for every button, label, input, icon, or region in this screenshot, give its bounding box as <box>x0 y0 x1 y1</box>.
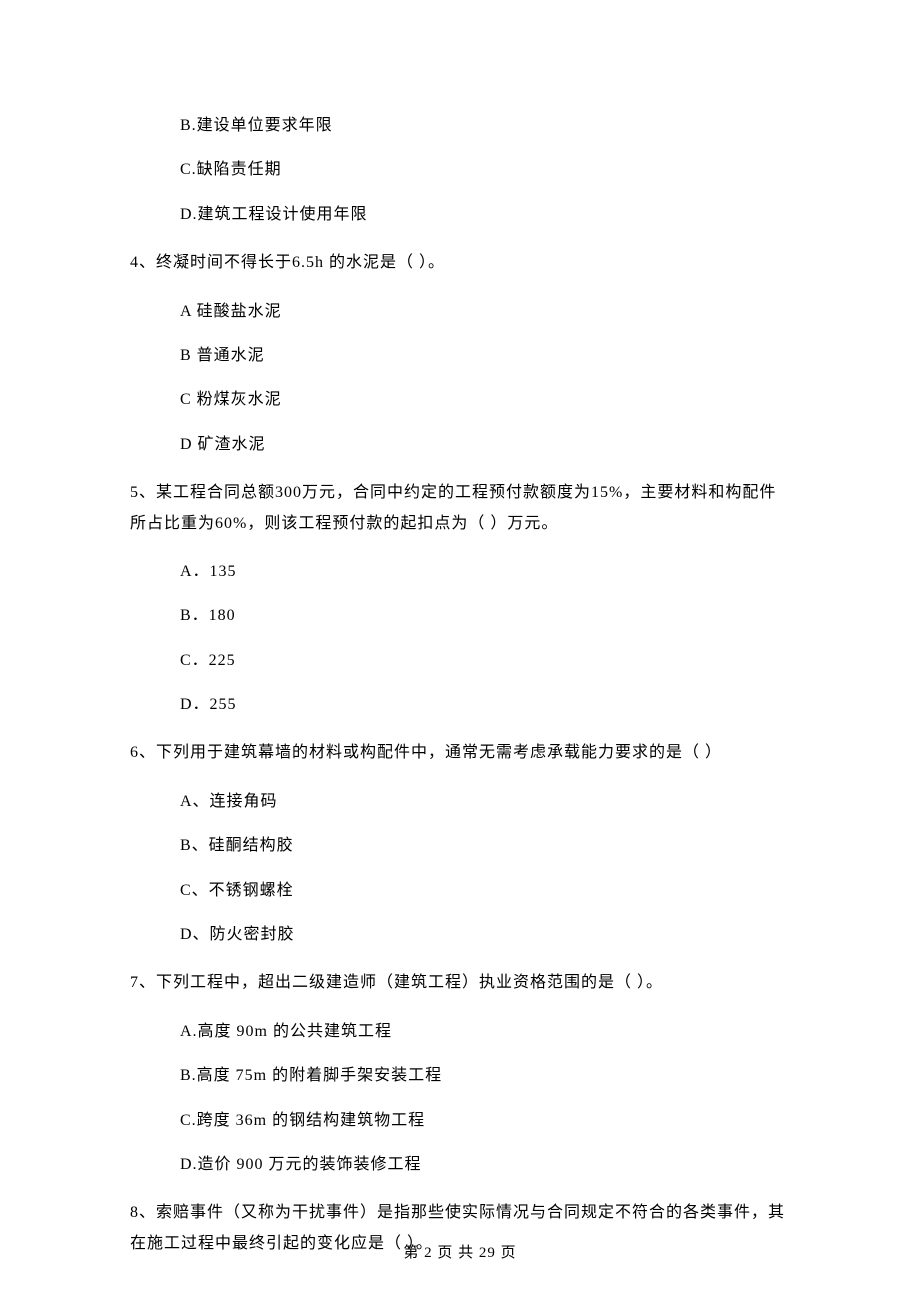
q4-option-d: D 矿渣水泥 <box>130 434 790 456</box>
q5-option-a: A．135 <box>130 561 790 583</box>
q3-option-b: B.建设单位要求年限 <box>130 115 790 137</box>
q7-option-c: C.跨度 36m 的钢结构建筑物工程 <box>130 1110 790 1132</box>
q7-option-a: A.高度 90m 的公共建筑工程 <box>130 1021 790 1043</box>
q6-stem: 6、下列用于建筑幕墙的材料或构配件中，通常无需考虑承载能力要求的是（ ） <box>130 738 790 768</box>
q4-stem: 4、终凝时间不得长于6.5h 的水泥是（ ）。 <box>130 248 790 278</box>
q6-option-b: B、硅酮结构胶 <box>130 835 790 857</box>
q3-option-d: D.建筑工程设计使用年限 <box>130 204 790 226</box>
q6-option-a: A、连接角码 <box>130 791 790 813</box>
q6-option-c: C、不锈钢螺栓 <box>130 880 790 902</box>
page-footer: 第 2 页 共 29 页 <box>0 1241 920 1262</box>
q5-stem: 5、某工程合同总额300万元，合同中约定的工程预付款额度为15%，主要材料和构配… <box>130 478 790 539</box>
q5-option-d: D．255 <box>130 694 790 716</box>
q7-option-d: D.造价 900 万元的装饰装修工程 <box>130 1154 790 1176</box>
q7-option-b: B.高度 75m 的附着脚手架安装工程 <box>130 1065 790 1087</box>
q4-option-c: C 粉煤灰水泥 <box>130 389 790 411</box>
q3-option-c: C.缺陷责任期 <box>130 159 790 181</box>
q5-option-c: C．225 <box>130 650 790 672</box>
q7-stem: 7、下列工程中，超出二级建造师（建筑工程）执业资格范围的是（ ）。 <box>130 968 790 998</box>
q4-option-b: B 普通水泥 <box>130 345 790 367</box>
q5-option-b: B．180 <box>130 605 790 627</box>
page-content: B.建设单位要求年限 C.缺陷责任期 D.建筑工程设计使用年限 4、终凝时间不得… <box>0 0 920 1259</box>
q6-option-d: D、防火密封胶 <box>130 924 790 946</box>
q4-option-a: A 硅酸盐水泥 <box>130 301 790 323</box>
